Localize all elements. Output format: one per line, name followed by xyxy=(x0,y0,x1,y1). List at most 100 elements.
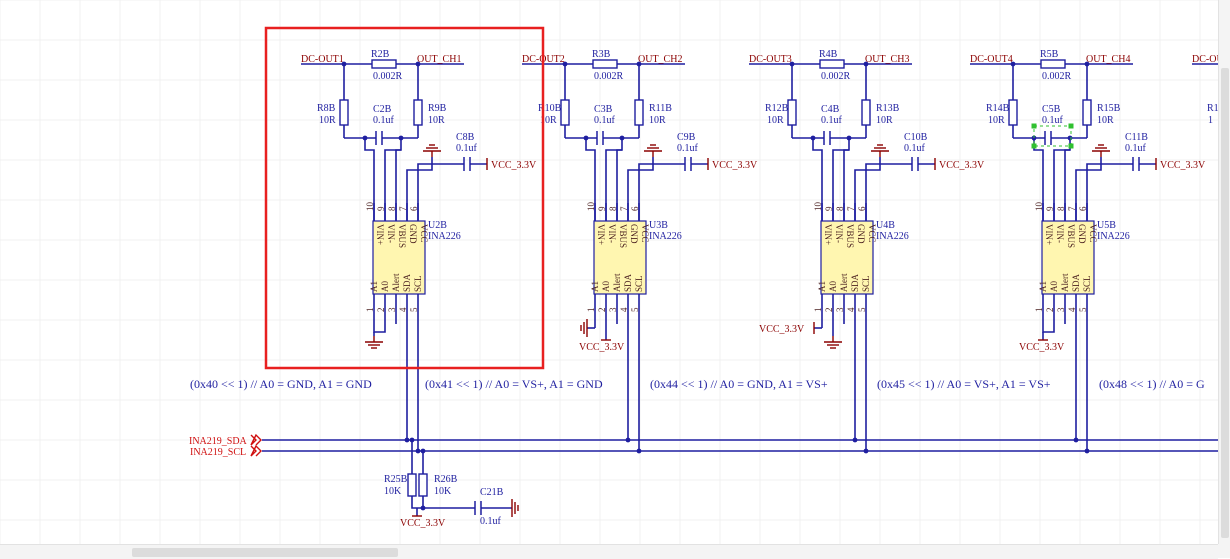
address-comment: (0x48 << 1) // A0 = G xyxy=(1099,377,1205,391)
pullup-resistor-scl[interactable] xyxy=(418,473,428,497)
filter-resistor-right[interactable] xyxy=(413,99,423,126)
decoupling-capacitor[interactable] xyxy=(463,157,471,171)
pin-number: 8 xyxy=(608,206,618,211)
shunt-ref: R2B xyxy=(371,49,390,60)
bus-cap-ref: C21B xyxy=(480,487,504,498)
pin-name: SCL xyxy=(1082,275,1092,292)
net-label-input: DC-OUT3 xyxy=(749,54,792,65)
selection-highlight-box[interactable] xyxy=(264,26,545,370)
pin-number: 1 xyxy=(813,308,823,313)
schematic-canvas[interactable]: DC-OUT1 OUT_CH1 R2B 0.002R R8B 10R R9B 10R C2B 0.… xyxy=(0,0,1218,544)
shunt-resistor[interactable] xyxy=(592,59,618,69)
pullup-sda-value: 10K xyxy=(384,486,402,497)
r-left-value: 10R xyxy=(319,115,336,126)
c-decouple-value: 0.1uf xyxy=(456,143,478,154)
pin-number: 1 xyxy=(586,308,596,313)
pin-name: Alert xyxy=(391,273,401,292)
pin-number: 7 xyxy=(1067,206,1077,211)
pin-number: 6 xyxy=(409,206,419,211)
pin-name: Alert xyxy=(1060,273,1070,292)
pin-name: VBUS xyxy=(397,224,407,248)
pin-name: SDA xyxy=(402,273,412,292)
pin-name: A0 xyxy=(601,281,611,292)
r-left-ref: R12B xyxy=(765,103,789,114)
filter-resistor-left[interactable] xyxy=(787,99,797,126)
filter-resistor-right[interactable] xyxy=(634,99,644,126)
vcc-wire xyxy=(417,163,464,221)
c-decouple-value: 0.1uf xyxy=(677,143,699,154)
pin-number: 6 xyxy=(1078,206,1088,211)
vertical-scrollbar[interactable] xyxy=(1218,0,1230,544)
channel-ch2: DC-OUT2 OUT_CH2R3B0.002RR10B10RR11B10RC3B… xyxy=(425,49,758,454)
ic-ref: U4B xyxy=(876,220,895,231)
ic-part: INA226 xyxy=(649,231,682,242)
ic-ref: U3B xyxy=(649,220,668,231)
shunt-ref: R5B xyxy=(1040,49,1059,60)
pin-number: 5 xyxy=(409,307,419,312)
c-filter-ref: C5B xyxy=(1042,104,1061,115)
ground-symbol-address xyxy=(580,319,588,337)
channel-ch1: DC-OUT1 OUT_CH1R2B0.002RR8B10RR9B10RC2B0.… xyxy=(190,49,537,454)
pin-number: 3 xyxy=(1056,307,1066,312)
pin-number: 2 xyxy=(824,308,834,313)
horizontal-scrollbar[interactable] xyxy=(0,544,1218,559)
decoupling-capacitor[interactable] xyxy=(911,157,919,171)
shunt-ref: R3B xyxy=(592,49,611,60)
shunt-resistor[interactable] xyxy=(1040,59,1066,69)
pin-name: VCC xyxy=(640,224,650,243)
horizontal-scroll-thumb[interactable] xyxy=(132,548,398,557)
pullup-scl-ref: R26B xyxy=(434,474,458,485)
pin-name: GND xyxy=(629,224,639,244)
pin-number: 10 xyxy=(813,202,823,212)
pin-number: 6 xyxy=(630,206,640,211)
shunt-resistor[interactable] xyxy=(819,59,845,69)
filter-resistor-right[interactable] xyxy=(861,99,871,126)
filter-resistor-right[interactable] xyxy=(1082,99,1092,126)
pin-name: SDA xyxy=(850,273,860,292)
shunt-value: 0.002R xyxy=(594,71,624,82)
pin-number: 4 xyxy=(398,307,408,312)
shunt-resistor[interactable] xyxy=(371,59,397,69)
net-label-input: DC-OU xyxy=(1192,54,1218,65)
pin-name: VIN- xyxy=(834,224,844,243)
filter-capacitor[interactable] xyxy=(823,131,831,145)
address-strap-net-label: VCC_3.3V xyxy=(1019,342,1065,353)
pin-number: 10 xyxy=(1034,202,1044,212)
c-filter-ref: C3B xyxy=(594,104,613,115)
pin-number: 6 xyxy=(857,206,867,211)
filter-resistor-left[interactable] xyxy=(1008,99,1018,126)
pin-number: 1 xyxy=(1034,308,1044,313)
pin-number: 2 xyxy=(376,308,386,313)
r-right-value: 10R xyxy=(428,115,445,126)
filter-resistor-left[interactable] xyxy=(339,99,349,126)
vcc-net-label: VCC_3.3V xyxy=(491,160,537,171)
ground-symbol-top xyxy=(644,144,662,157)
pin-name: A1 xyxy=(590,281,600,292)
net-label-output: OUT_CH3 xyxy=(865,54,909,65)
pin-name: A1 xyxy=(817,281,827,292)
pin-number: 1 xyxy=(365,308,375,313)
vcc-wire xyxy=(1086,163,1133,221)
r-left-value: 10R xyxy=(767,115,784,126)
c-filter-value: 0.1uf xyxy=(1042,115,1064,126)
shunt-value: 0.002R xyxy=(373,71,403,82)
address-comment: (0x40 << 1) // A0 = GND, A1 = GND xyxy=(190,377,372,391)
pullup-resistor-sda[interactable] xyxy=(407,473,417,497)
c-decouple-ref: C9B xyxy=(677,132,696,143)
selected-component-handles[interactable] xyxy=(1031,123,1074,149)
pin-name: VCC xyxy=(867,224,877,243)
vertical-scroll-thumb[interactable] xyxy=(1221,68,1229,538)
decoupling-capacitor[interactable] xyxy=(684,157,692,171)
filter-capacitor[interactable] xyxy=(1044,131,1052,145)
pin-name: VIN+ xyxy=(1044,224,1054,245)
r-right-ref: R9B xyxy=(428,103,447,114)
filter-capacitor[interactable] xyxy=(375,131,383,145)
pullup-scl-value: 10K xyxy=(434,486,452,497)
filter-resistor-left[interactable] xyxy=(560,99,570,126)
schematic-sheet[interactable]: DC-OUT1 OUT_CH1R2B0.002RR8B10RR9B10RC2B0.… xyxy=(0,0,1218,544)
c-filter-value: 0.1uf xyxy=(594,115,616,126)
ground-symbol-address xyxy=(824,336,842,349)
c-filter-ref: C4B xyxy=(821,104,840,115)
decoupling-capacitor[interactable] xyxy=(1132,157,1140,171)
pin-number: 3 xyxy=(835,307,845,312)
